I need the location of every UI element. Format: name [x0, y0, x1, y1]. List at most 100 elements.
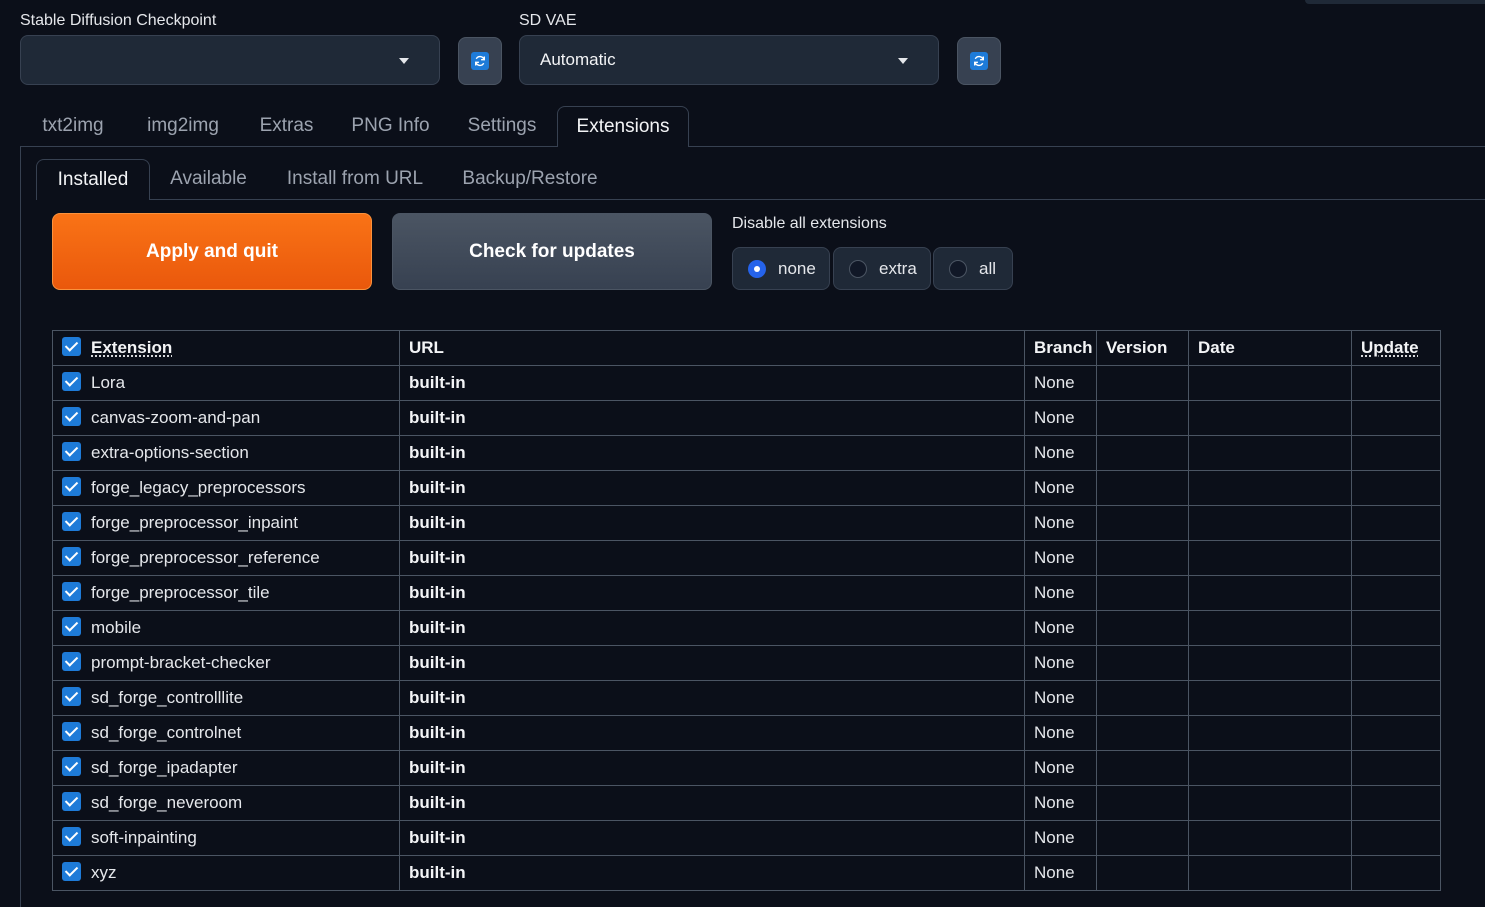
url-cell: built-in: [399, 470, 1025, 506]
header-extension[interactable]: Extension: [52, 330, 400, 366]
extension-enabled-checkbox[interactable]: [62, 722, 81, 741]
tab-img2img[interactable]: img2img: [126, 106, 240, 146]
extension-name-cell: mobile: [52, 610, 400, 646]
extension-name-cell: forge_preprocessor_reference: [52, 540, 400, 576]
update-cell: [1351, 610, 1441, 646]
table-row: Lora built-in None: [52, 365, 1441, 401]
apply-and-quit-button[interactable]: Apply and quit: [52, 213, 372, 290]
table-row: forge_preprocessor_reference built-in None: [52, 540, 1441, 576]
table-row: sd_forge_ipadapter built-in None: [52, 750, 1441, 786]
date-cell: [1188, 785, 1352, 821]
url-cell: built-in: [399, 680, 1025, 716]
extension-name: sd_forge_controlnet: [91, 722, 242, 742]
branch-cell: None: [1024, 750, 1097, 786]
version-cell: [1096, 365, 1189, 401]
extension-enabled-checkbox[interactable]: [62, 652, 81, 671]
header-url: URL: [399, 330, 1025, 366]
tab-settings[interactable]: Settings: [448, 106, 556, 146]
extension-enabled-checkbox[interactable]: [62, 477, 81, 496]
check-for-updates-button[interactable]: Check for updates: [392, 213, 712, 290]
header-update[interactable]: Update: [1351, 330, 1441, 366]
tab-extras[interactable]: Extras: [240, 106, 333, 146]
tab-txt2img[interactable]: txt2img: [20, 106, 126, 146]
checkpoint-dropdown[interactable]: [20, 35, 440, 85]
update-cell: [1351, 505, 1441, 541]
branch-cell: None: [1024, 855, 1097, 891]
radio-none[interactable]: none: [732, 247, 830, 290]
date-cell: [1188, 610, 1352, 646]
extension-enabled-checkbox[interactable]: [62, 757, 81, 776]
date-cell: [1188, 540, 1352, 576]
version-cell: [1096, 470, 1189, 506]
branch-cell: None: [1024, 820, 1097, 856]
url-cell: built-in: [399, 400, 1025, 436]
header-date: Date: [1188, 330, 1352, 366]
extension-name-cell: xyz: [52, 855, 400, 891]
extension-enabled-checkbox[interactable]: [62, 792, 81, 811]
update-cell: [1351, 435, 1441, 471]
url-cell: built-in: [399, 365, 1025, 401]
update-cell: [1351, 680, 1441, 716]
subtab-available[interactable]: Available: [152, 159, 265, 199]
extension-enabled-checkbox[interactable]: [62, 582, 81, 601]
extension-enabled-checkbox[interactable]: [62, 512, 81, 531]
extension-name-cell: soft-inpainting: [52, 820, 400, 856]
radio-all[interactable]: all: [933, 247, 1013, 290]
extension-enabled-checkbox[interactable]: [62, 442, 81, 461]
branch-cell: None: [1024, 505, 1097, 541]
version-cell: [1096, 855, 1189, 891]
branch-cell: None: [1024, 365, 1097, 401]
header-version: Version: [1096, 330, 1189, 366]
extension-enabled-checkbox[interactable]: [62, 617, 81, 636]
date-cell: [1188, 715, 1352, 751]
extension-name-cell: Lora: [52, 365, 400, 401]
date-cell: [1188, 750, 1352, 786]
radio-none-label: none: [778, 258, 816, 278]
branch-cell: None: [1024, 470, 1097, 506]
extension-enabled-checkbox[interactable]: [62, 862, 81, 881]
extension-enabled-checkbox[interactable]: [62, 372, 81, 391]
tab-png-info[interactable]: PNG Info: [333, 106, 448, 146]
extension-name-cell: prompt-bracket-checker: [52, 645, 400, 681]
top-right-edge: [1305, 0, 1485, 4]
subtab-installed[interactable]: Installed: [36, 159, 150, 200]
extension-name: canvas-zoom-and-pan: [91, 407, 261, 427]
extension-enabled-checkbox[interactable]: [62, 407, 81, 426]
branch-cell: None: [1024, 715, 1097, 751]
version-cell: [1096, 680, 1189, 716]
radio-extra-label: extra: [879, 258, 917, 278]
branch-cell: None: [1024, 400, 1097, 436]
update-cell: [1351, 785, 1441, 821]
subtab-backup-restore[interactable]: Backup/Restore: [445, 159, 615, 199]
refresh-checkpoint-button[interactable]: [458, 37, 502, 85]
extension-enabled-checkbox[interactable]: [62, 547, 81, 566]
radio-extra[interactable]: extra: [833, 247, 931, 290]
url-cell: built-in: [399, 610, 1025, 646]
extension-enabled-checkbox[interactable]: [62, 687, 81, 706]
version-cell: [1096, 540, 1189, 576]
version-cell: [1096, 400, 1189, 436]
vae-value: Automatic: [540, 50, 616, 69]
extension-enabled-checkbox[interactable]: [62, 827, 81, 846]
chevron-down-icon: [399, 58, 409, 64]
select-all-checkbox[interactable]: [62, 337, 81, 356]
version-cell: [1096, 505, 1189, 541]
extension-name-cell: sd_forge_controlllite: [52, 680, 400, 716]
version-cell: [1096, 645, 1189, 681]
table-row: forge_preprocessor_inpaint built-in None: [52, 505, 1441, 541]
radio-checked-icon: [748, 259, 766, 278]
version-cell: [1096, 435, 1189, 471]
version-cell: [1096, 750, 1189, 786]
url-cell: built-in: [399, 575, 1025, 611]
url-cell: built-in: [399, 820, 1025, 856]
subtab-install-from-url[interactable]: Install from URL: [269, 159, 441, 199]
version-cell: [1096, 715, 1189, 751]
table-row: mobile built-in None: [52, 610, 1441, 646]
update-cell: [1351, 820, 1441, 856]
tab-extensions[interactable]: Extensions: [557, 106, 689, 147]
branch-cell: None: [1024, 785, 1097, 821]
refresh-vae-button[interactable]: [957, 37, 1001, 85]
vae-dropdown[interactable]: Automatic: [519, 35, 939, 85]
radio-unchecked-icon: [949, 259, 967, 278]
url-cell: built-in: [399, 785, 1025, 821]
